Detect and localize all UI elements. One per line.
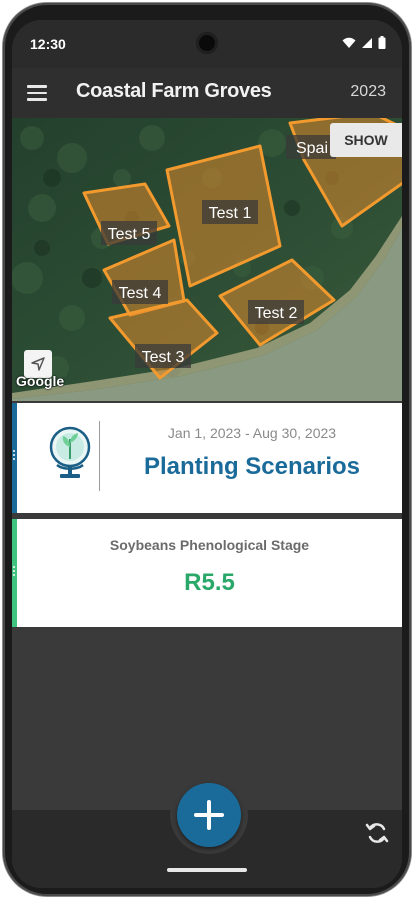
phenology-label: Soybeans Phenological Stage bbox=[109, 537, 310, 553]
show-button[interactable]: SHOW bbox=[330, 123, 402, 157]
wifi-icon bbox=[342, 37, 356, 48]
planting-scenarios-card[interactable]: Jan 1, 2023 - Aug 30, 2023 Planting Scen… bbox=[12, 403, 402, 513]
plus-icon bbox=[194, 800, 224, 830]
field-label-test-3: Test 3 bbox=[142, 349, 185, 366]
google-attribution: Google bbox=[16, 373, 65, 389]
field-label-spai: Spai bbox=[296, 140, 328, 157]
add-button[interactable] bbox=[177, 783, 241, 847]
home-indicator[interactable] bbox=[167, 868, 247, 872]
card-divider bbox=[99, 421, 100, 491]
scenario-title[interactable]: Planting Scenarios bbox=[107, 453, 397, 481]
field-label-test-2: Test 2 bbox=[255, 305, 298, 322]
phenology-card[interactable]: Soybeans Phenological Stage R5.5 bbox=[12, 519, 402, 627]
globe-icon bbox=[47, 425, 93, 481]
status-icons bbox=[342, 36, 386, 49]
app-bar: Coastal Farm Groves 2023 bbox=[12, 68, 402, 118]
phenology-value: R5.5 bbox=[184, 569, 235, 596]
battery-icon bbox=[378, 36, 386, 49]
field-label-test-1: Test 1 bbox=[209, 205, 252, 222]
front-camera bbox=[196, 32, 218, 54]
menu-icon[interactable] bbox=[24, 80, 50, 106]
app-title: Coastal Farm Groves bbox=[76, 80, 272, 102]
card-grip bbox=[13, 450, 16, 460]
field-map[interactable]: Test 1 Test 2 Test 3 Test 4 Test 5 Spai … bbox=[12, 118, 402, 401]
screen: 12:30 Coastal Farm Groves 2023 Test 1 Te… bbox=[12, 20, 402, 888]
status-time: 12:30 bbox=[30, 36, 66, 52]
date-range: Jan 1, 2023 - Aug 30, 2023 bbox=[167, 425, 337, 441]
season-year[interactable]: 2023 bbox=[350, 83, 386, 101]
field-label-test-5: Test 5 bbox=[108, 226, 151, 243]
card-grip bbox=[13, 566, 16, 576]
satellite-map[interactable]: Test 1 Test 2 Test 3 Test 4 Test 5 Spai bbox=[12, 118, 402, 401]
signal-icon bbox=[362, 37, 372, 48]
field-label-test-4: Test 4 bbox=[119, 285, 162, 302]
status-bar: 12:30 bbox=[12, 20, 402, 68]
sync-icon[interactable] bbox=[364, 820, 390, 846]
phone-frame: 12:30 Coastal Farm Groves 2023 Test 1 Te… bbox=[3, 3, 411, 896]
